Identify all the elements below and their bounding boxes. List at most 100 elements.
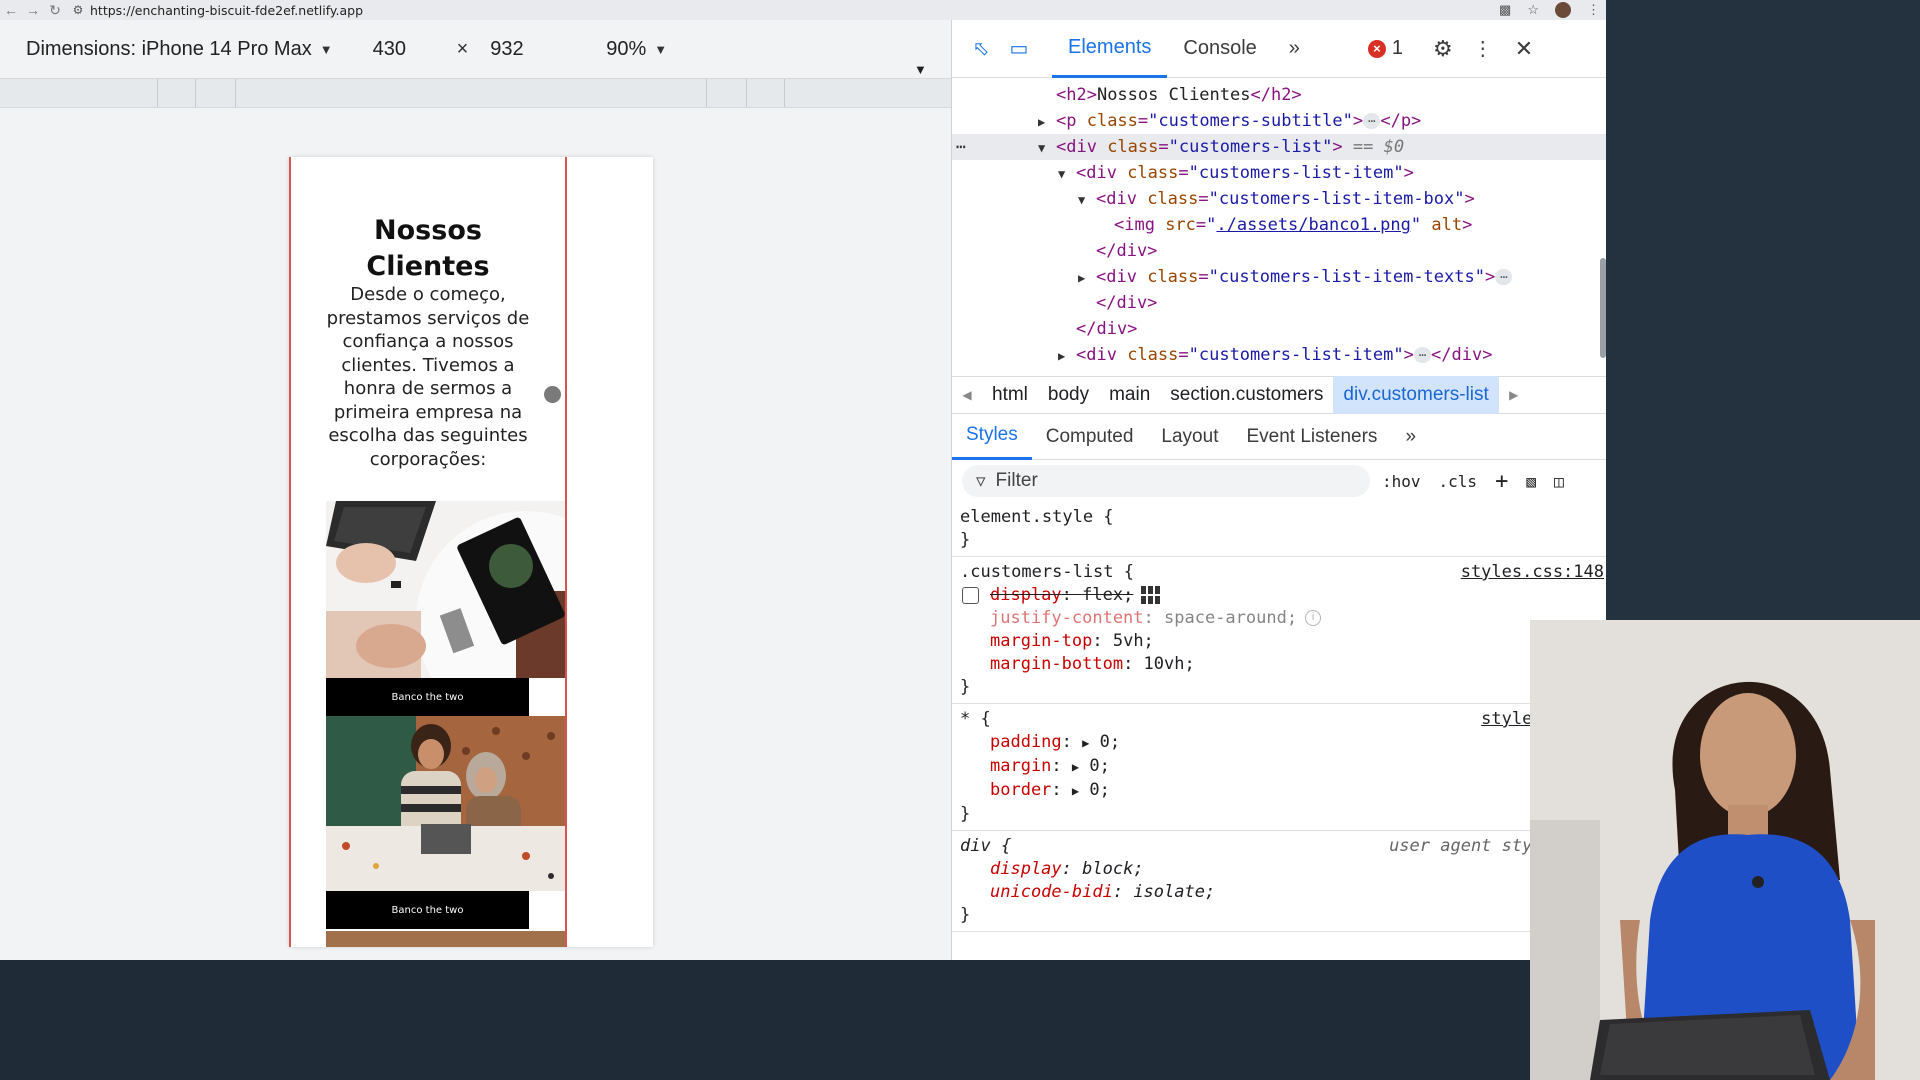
h2-text: Nossos Clientes: [1096, 85, 1251, 105]
rule-source-link[interactable]: styles.css:148: [1461, 561, 1604, 584]
sidebar-toggle-icon[interactable]: ◫: [1554, 472, 1564, 491]
laptop-photo: [326, 501, 565, 678]
prop-justify-content[interactable]: justify-content: space-around; i: [960, 607, 1598, 630]
prop-checkbox[interactable]: [962, 587, 979, 604]
customers-subtitle: Desde o começo, prestamos serviços de co…: [326, 284, 530, 470]
more-tabs-icon[interactable]: »: [1273, 20, 1316, 78]
inspect-element-icon[interactable]: ⬁: [966, 34, 996, 64]
browser-menu-icon[interactable]: ⋮: [1587, 2, 1600, 18]
site-info-icon[interactable]: ⚙: [66, 3, 90, 17]
ruler-mark[interactable]: [706, 79, 707, 107]
close-icon[interactable]: ✕: [1515, 36, 1533, 62]
device-dropdown-icon: ▼: [319, 41, 333, 57]
prop-border[interactable]: border: ▶ 0;: [960, 779, 1598, 803]
customer-card[interactable]: Banco the two: [326, 501, 565, 716]
rule-selector[interactable]: element.style {: [960, 506, 1598, 529]
prop-margin[interactable]: margin: ▶ 0;: [960, 755, 1598, 779]
breadcrumb-div[interactable]: div.customers-list: [1333, 376, 1499, 414]
rule-close: }: [960, 804, 971, 824]
bookmark-star-icon[interactable]: ☆: [1527, 2, 1539, 18]
tab-styles[interactable]: Styles: [952, 414, 1032, 460]
dom-node-img[interactable]: <img src="./assets/banco1.png" alt>: [952, 212, 1606, 238]
kebab-menu-icon[interactable]: ⋮: [1473, 36, 1493, 61]
filter-tools: :hov .cls + ▧ ◫: [1382, 469, 1564, 494]
dom-tree: <h2>Nossos Clientes</h2> ▶ <p class="cust…: [952, 78, 1606, 376]
error-counter[interactable]: × 1: [1367, 37, 1404, 60]
error-icon: ×: [1367, 39, 1386, 58]
cls-toggle[interactable]: .cls: [1439, 472, 1478, 491]
height-input[interactable]: 932: [490, 38, 560, 61]
device-options-icon[interactable]: ▼: [914, 62, 927, 77]
ruler-mark[interactable]: [784, 79, 785, 107]
dom-node-list-item[interactable]: ▶ <div class="customers-list-item"> ⋯ </div…: [952, 342, 1606, 368]
prop-padding[interactable]: padding: ▶ 0;: [960, 731, 1598, 755]
devtools-tabbar: ⬁ ▭ Elements Console » × 1 ⚙ ⋮ ✕: [952, 20, 1606, 78]
prop-margin-bottom[interactable]: margin-bottom: 10vh;: [960, 653, 1598, 676]
width-input[interactable]: 430: [373, 38, 443, 61]
tab-computed[interactable]: Computed: [1032, 414, 1148, 460]
prop-display-block[interactable]: display: block;: [960, 858, 1598, 881]
filter-input[interactable]: ▿ Filter: [962, 465, 1370, 497]
paint-brush-icon[interactable]: ▧: [1526, 472, 1536, 491]
settings-gear-icon[interactable]: ⚙: [1433, 36, 1453, 62]
info-icon[interactable]: i: [1305, 610, 1322, 626]
ruler-mark[interactable]: [195, 79, 196, 107]
prop-unicode-bidi[interactable]: unicode-bidi: isolate;: [960, 881, 1598, 904]
tab-layout[interactable]: Layout: [1147, 414, 1232, 460]
filter-placeholder: Filter: [995, 470, 1038, 491]
prop-margin-top[interactable]: margin-top: 5vh;: [960, 630, 1598, 653]
customer-card[interactable]: Banco the two: [326, 716, 565, 929]
devtools-panel: ⬁ ▭ Elements Console » × 1 ⚙ ⋮ ✕ <h2>Nos…: [952, 20, 1606, 960]
dom-node-list-item[interactable]: ▼ <div class="customers-list-item">: [952, 160, 1606, 186]
device-label: Dimensions: iPhone 14 Pro Max: [26, 37, 312, 60]
ruler-mark[interactable]: [157, 79, 158, 107]
page-title: Nossos Clientes: [366, 215, 490, 282]
error-count: 1: [1391, 37, 1404, 59]
hov-toggle[interactable]: :hov: [1382, 472, 1421, 491]
device-toggle-icon[interactable]: ▭: [1004, 34, 1034, 64]
ruler-mark[interactable]: [746, 79, 747, 107]
dom-node-p[interactable]: ▶ <p class="customers-subtitle"> ⋯ </p>: [952, 108, 1606, 134]
browser-bar: ← → ↻ ⚙ https://enchanting-biscuit-fde2e…: [0, 0, 1606, 20]
breadcrumb-main[interactable]: main: [1099, 376, 1160, 414]
tab-console[interactable]: Console: [1167, 20, 1272, 78]
more-subtabs-icon[interactable]: »: [1391, 414, 1430, 460]
tab-elements[interactable]: Elements: [1052, 20, 1168, 78]
card-caption: Banco the two: [326, 891, 529, 929]
webcam-presenter: [1530, 620, 1920, 1080]
img-src-link[interactable]: ./assets/banco1.png: [1216, 215, 1410, 235]
address-bar[interactable]: https://enchanting-biscuit-fde2ef.netlif…: [90, 3, 363, 18]
breadcrumb: ◀ html body main section.customers div.c…: [952, 376, 1606, 414]
dom-node-list-item-box[interactable]: ▼ <div class="customers-list-item-box">: [952, 186, 1606, 212]
breadcrumb-left-icon[interactable]: ◀: [952, 388, 982, 402]
card-caption: Banco the two: [326, 678, 529, 716]
forward-icon[interactable]: →: [22, 0, 44, 20]
back-icon[interactable]: ←: [0, 0, 22, 20]
presenter-illustration: [1530, 620, 1920, 1080]
ruler-mark[interactable]: [235, 79, 236, 107]
device-select[interactable]: Dimensions: iPhone 14 Pro Max ▼: [26, 38, 333, 61]
zoom-select[interactable]: 90% ▼: [606, 38, 667, 61]
customer-image: [326, 716, 565, 891]
reload-icon[interactable]: ↻: [44, 0, 66, 20]
breadcrumb-html[interactable]: html: [982, 376, 1038, 414]
breadcrumb-body[interactable]: body: [1038, 376, 1099, 414]
profile-avatar[interactable]: [1555, 2, 1571, 18]
styles-subtabs: Styles Computed Layout Event Listeners »: [952, 414, 1606, 460]
tab-event-listeners[interactable]: Event Listeners: [1232, 414, 1391, 460]
dom-node-h2[interactable]: <h2>Nossos Clientes</h2>: [952, 82, 1606, 108]
customer-image: [326, 501, 565, 678]
translate-icon[interactable]: ▩: [1499, 2, 1511, 18]
breadcrumb-section[interactable]: section.customers: [1160, 376, 1333, 414]
new-rule-icon[interactable]: +: [1495, 469, 1508, 494]
styles-pane: element.style { } .customers-list { styl…: [952, 502, 1606, 932]
desktop-backdrop: [1606, 0, 1920, 620]
prop-display[interactable]: display: flex;: [960, 584, 1598, 607]
next-card-preview: [326, 931, 565, 947]
flex-editor-icon[interactable]: [1141, 586, 1161, 604]
dom-close-div: </div>: [1076, 319, 1138, 339]
dom-close-div: </div>: [1096, 293, 1158, 313]
dom-node-customers-list[interactable]: ⋯ ▼ <div class="customers-list"> == $0: [952, 134, 1606, 160]
dom-node-list-item-texts[interactable]: ▶ <div class="customers-list-item-texts">…: [952, 264, 1606, 290]
breadcrumb-right-icon[interactable]: ▶: [1499, 388, 1529, 402]
